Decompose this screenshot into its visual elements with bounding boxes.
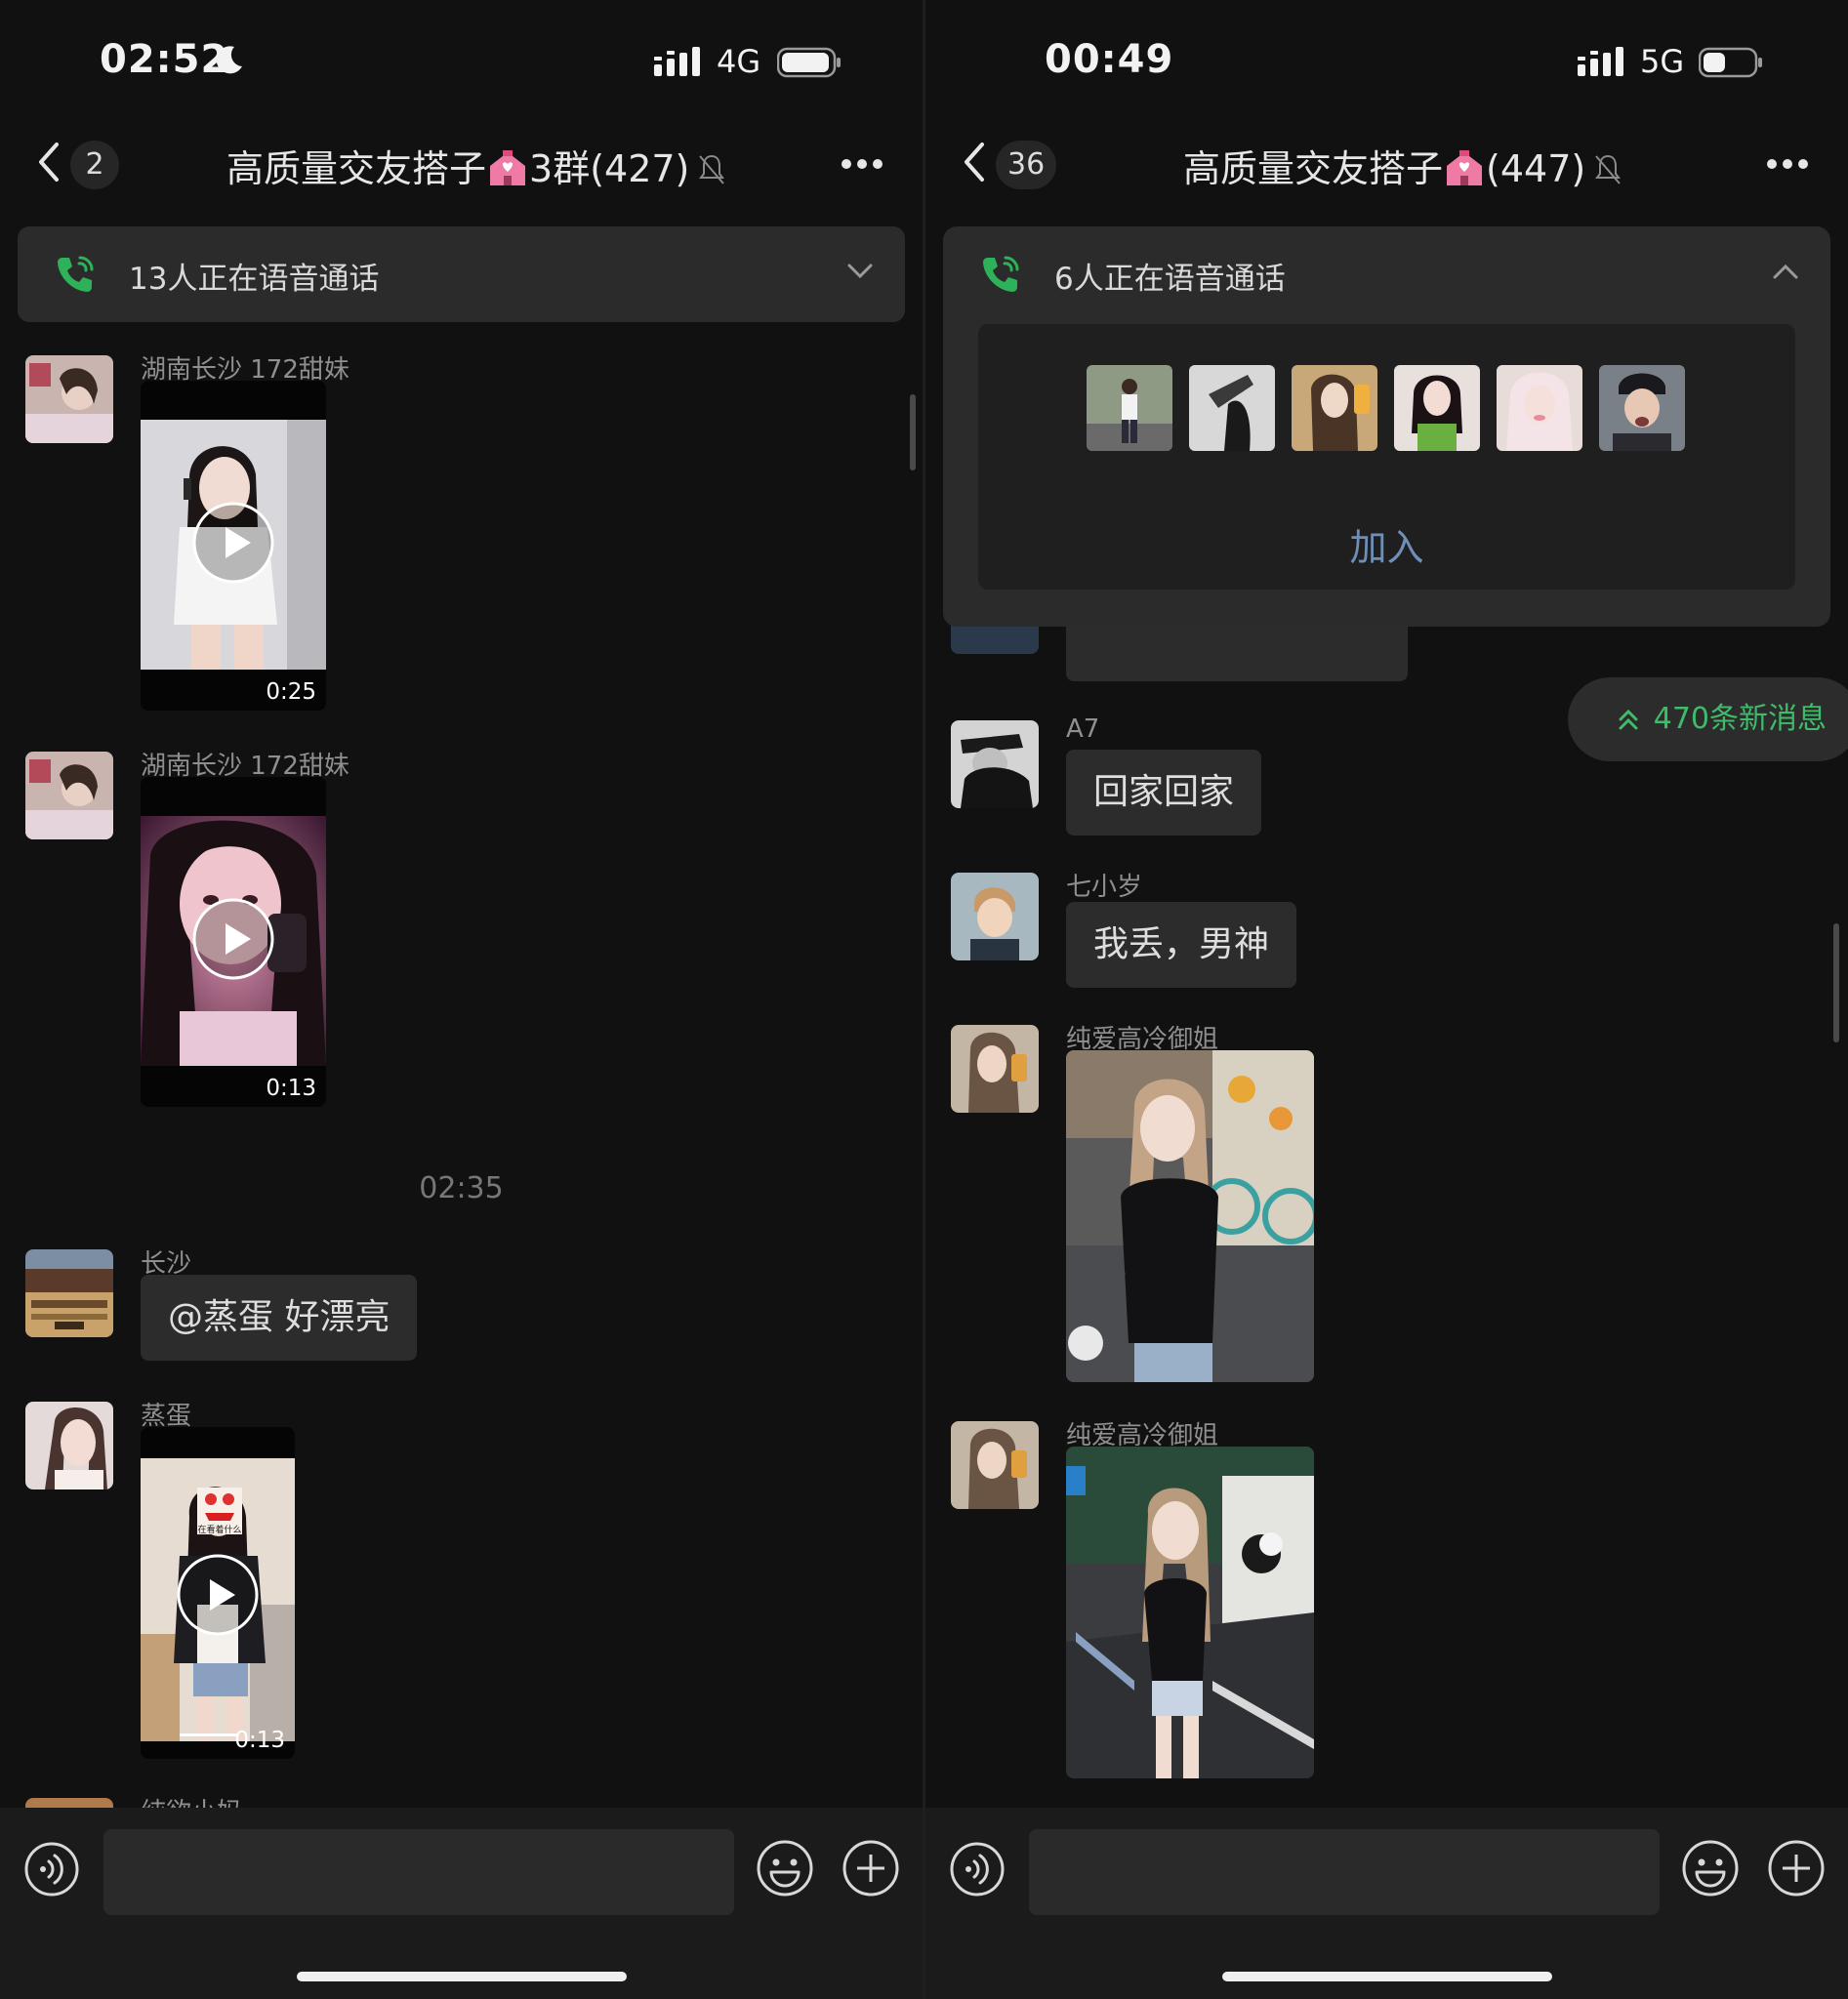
participant-avatar[interactable] bbox=[1087, 365, 1172, 451]
avatar[interactable] bbox=[25, 752, 113, 839]
chat-title: 高质量交友搭子 3群(427) bbox=[226, 139, 726, 192]
message-input[interactable] bbox=[103, 1829, 734, 1915]
sender-name: 七小岁 bbox=[1066, 873, 1143, 902]
back-chevron-icon[interactable] bbox=[33, 139, 62, 185]
message-timestamp: 02:35 bbox=[419, 1171, 504, 1205]
voice-input-icon[interactable] bbox=[949, 1841, 1006, 1897]
plus-icon[interactable] bbox=[842, 1839, 900, 1897]
phone-call-icon bbox=[58, 256, 94, 292]
chat-header: 36 高质量交友搭子 (447) bbox=[925, 117, 1848, 224]
avatar[interactable] bbox=[25, 1402, 113, 1489]
play-icon[interactable] bbox=[190, 896, 276, 982]
voice-call-text: 13人正在语音通话 bbox=[129, 262, 380, 297]
unread-count-badge[interactable]: 2 bbox=[70, 141, 119, 189]
scrollbar[interactable] bbox=[1833, 923, 1839, 1042]
chat-title: 高质量交友搭子 (447) bbox=[1183, 139, 1622, 192]
avatar-partial bbox=[951, 625, 1039, 654]
chat-title-prefix: 高质量交友搭子 bbox=[226, 147, 487, 190]
more-icon[interactable] bbox=[1766, 158, 1809, 170]
network-type: 4G bbox=[717, 43, 761, 80]
home-indicator[interactable] bbox=[297, 1972, 627, 1981]
chat-title-suffix: 3群(427) bbox=[529, 147, 690, 190]
mute-icon bbox=[1595, 154, 1622, 184]
sender-name: A7 bbox=[1066, 714, 1100, 744]
new-messages-text: 470条新消息 bbox=[1653, 702, 1827, 736]
participant-avatar[interactable] bbox=[1394, 365, 1480, 451]
join-call-button[interactable]: 加入 bbox=[978, 517, 1795, 571]
chevron-down-icon[interactable] bbox=[846, 262, 874, 281]
video-message[interactable]: 在看着什么 0:13 bbox=[141, 1427, 295, 1759]
back-chevron-icon[interactable] bbox=[959, 139, 988, 185]
participant-avatars bbox=[1087, 365, 1685, 451]
avatar[interactable] bbox=[25, 1249, 113, 1337]
battery-icon bbox=[777, 47, 841, 78]
emoji-icon[interactable] bbox=[756, 1839, 814, 1897]
unread-count-badge[interactable]: 36 bbox=[996, 141, 1057, 189]
double-chevron-up-icon bbox=[1619, 709, 1638, 730]
new-messages-button[interactable]: 470条新消息 bbox=[1567, 677, 1848, 761]
phone-call-icon bbox=[983, 256, 1019, 292]
status-bar: 00:49 5G bbox=[925, 0, 1848, 117]
signal-icon bbox=[1578, 47, 1623, 76]
right-phone-screen: 00:49 5G 36 高质量交友搭子 (447) 6人正在语音通话 加入 47… bbox=[925, 0, 1848, 1999]
battery-icon bbox=[1699, 47, 1762, 78]
status-time: 00:49 bbox=[1045, 37, 1174, 82]
chat-header: 2 高质量交友搭子 3群(427) bbox=[0, 117, 923, 224]
voice-call-participants-box: 加入 bbox=[978, 324, 1795, 590]
emoji-icon[interactable] bbox=[1681, 1839, 1740, 1897]
participant-avatar[interactable] bbox=[1497, 365, 1582, 451]
status-bar: 02:52 4G bbox=[0, 0, 923, 117]
avatar[interactable] bbox=[951, 873, 1039, 960]
status-time: 02:52 bbox=[100, 37, 229, 82]
avatar[interactable] bbox=[951, 1025, 1039, 1113]
sticker-text: 在看着什么 bbox=[197, 1524, 241, 1535]
plus-icon[interactable] bbox=[1767, 1839, 1826, 1897]
image-message[interactable] bbox=[1066, 1050, 1314, 1382]
message-bubble[interactable]: @蒸蛋 好漂亮 bbox=[141, 1275, 418, 1361]
home-indicator[interactable] bbox=[1222, 1972, 1552, 1981]
voice-call-banner[interactable]: 13人正在语音通话 bbox=[18, 226, 905, 322]
play-icon[interactable] bbox=[175, 1552, 261, 1638]
left-phone-screen: 02:52 4G 2 高质量交友搭子 3群(427) 13人正在语音通话 湖南长… bbox=[0, 0, 923, 1999]
voice-call-panel: 6人正在语音通话 加入 bbox=[943, 226, 1830, 627]
message-input[interactable] bbox=[1029, 1829, 1660, 1915]
participant-avatar[interactable] bbox=[1599, 365, 1685, 451]
video-message[interactable]: 0:13 bbox=[141, 777, 326, 1107]
mute-icon bbox=[699, 154, 725, 184]
video-message[interactable]: 0:25 bbox=[141, 381, 326, 711]
chat-input-bar bbox=[925, 1808, 1848, 1999]
message-bubble[interactable]: 回家回家 bbox=[1066, 750, 1262, 836]
more-icon[interactable] bbox=[841, 158, 883, 170]
video-duration: 0:13 bbox=[234, 1728, 285, 1753]
chat-title-prefix: 高质量交友搭子 bbox=[1183, 147, 1444, 190]
participant-avatar[interactable] bbox=[1189, 365, 1275, 451]
house-emoji-icon bbox=[490, 150, 526, 185]
image-message[interactable] bbox=[1066, 1447, 1314, 1778]
chat-input-bar bbox=[0, 1808, 923, 1999]
chat-title-suffix: (447) bbox=[1486, 147, 1586, 190]
avatar[interactable] bbox=[25, 355, 113, 443]
play-icon[interactable] bbox=[190, 500, 276, 586]
house-emoji-icon bbox=[1447, 150, 1483, 185]
avatar[interactable] bbox=[951, 1421, 1039, 1509]
voice-call-text: 6人正在语音通话 bbox=[1054, 262, 1286, 297]
avatar[interactable] bbox=[951, 720, 1039, 808]
video-duration: 0:25 bbox=[266, 679, 316, 705]
voice-input-icon[interactable] bbox=[23, 1841, 80, 1897]
video-duration: 0:13 bbox=[266, 1076, 316, 1101]
scrollbar[interactable] bbox=[910, 394, 916, 470]
moon-icon bbox=[216, 46, 242, 74]
signal-icon bbox=[654, 47, 700, 76]
participant-avatar[interactable] bbox=[1292, 365, 1377, 451]
chevron-up-icon[interactable] bbox=[1772, 262, 1799, 281]
network-type: 5G bbox=[1640, 43, 1685, 80]
message-bubble[interactable]: 我丢，男神 bbox=[1066, 902, 1297, 988]
